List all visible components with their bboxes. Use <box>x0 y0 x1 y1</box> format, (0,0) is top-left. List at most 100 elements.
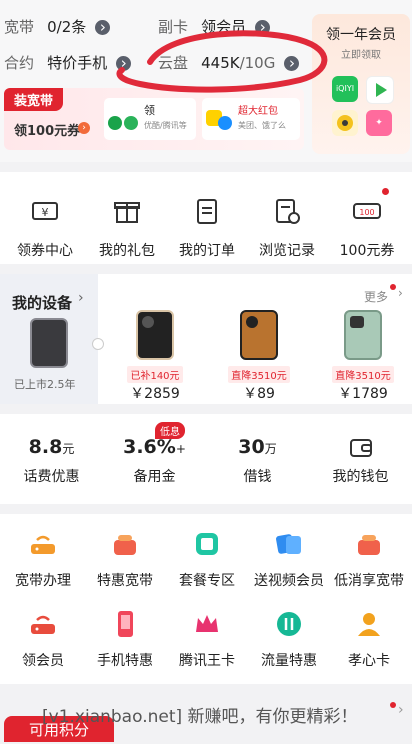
devices-more-link[interactable]: 更多 <box>364 288 388 305</box>
chevron-right-icon: › <box>398 702 404 718</box>
chevron-right-icon: › <box>78 290 84 306</box>
coupon-arrow-icon: › <box>78 122 90 134</box>
quick-action-label: 领券中心 <box>17 243 73 259</box>
finance-phone-discount[interactable]: 8.8元 话费优惠 <box>0 436 103 486</box>
history-icon <box>276 199 300 224</box>
router-icon <box>31 615 55 634</box>
service-label: 领会员 <box>22 653 64 669</box>
finance-label: 我的钱包 <box>332 469 389 485</box>
service-low-spend-broadband[interactable]: 低消享宽带 <box>328 528 410 590</box>
youku-icon <box>332 110 358 136</box>
chevron-right-icon: › <box>398 286 403 300</box>
device-promo: 直降3510元 <box>332 366 394 383</box>
order-icon <box>197 199 217 224</box>
quick-actions-card: ¥ 领券中心 我的礼包 我的订单 浏览记录 100 100元券 <box>0 172 412 264</box>
finance-unit: 万 <box>264 442 277 456</box>
service-label: 宽带办理 <box>15 573 71 589</box>
crown-icon <box>196 615 218 632</box>
notification-dot <box>382 188 389 195</box>
voucher-icon: 100 <box>353 203 381 219</box>
phone-icon <box>118 611 133 637</box>
scroll-indicator-icon <box>92 338 104 350</box>
quick-action-coupon-center[interactable]: ¥ 领券中心 <box>4 194 86 260</box>
phone-image <box>344 310 382 360</box>
watermark-text: [v1.xianbao.net] 新赚吧，有你更精彩！ <box>42 707 358 727</box>
quick-action-label: 我的订单 <box>179 243 235 259</box>
service-tencent-card[interactable]: 腾讯王卡 <box>166 608 248 670</box>
wallet-icon <box>349 439 372 457</box>
finance-reserve-fund[interactable]: 低息 3.6%+ 备用金 <box>103 422 206 486</box>
notification-dot <box>390 284 396 290</box>
quick-action-label: 浏览记录 <box>259 243 315 259</box>
service-label: 孝心卡 <box>348 653 390 669</box>
service-label: 流量特惠 <box>261 653 317 669</box>
video-icon <box>276 534 301 554</box>
finance-borrow[interactable]: 30万 借钱 <box>206 436 309 486</box>
finance-value: 3.6% <box>123 436 176 458</box>
device-price: ￥89 <box>243 386 275 402</box>
video-offer-icon-2 <box>124 116 138 130</box>
redpacket-offer-sub: 美团、饿了么 <box>238 121 286 130</box>
service-broadband-apply[interactable]: 宽带办理 <box>2 528 84 590</box>
device-item[interactable]: 直降3510元 ￥89 <box>216 310 302 403</box>
service-filial-card[interactable]: 孝心卡 <box>328 608 410 670</box>
video-offer-sub: 优酷/腾讯等 <box>144 121 187 130</box>
finance-unit: 元 <box>62 442 75 456</box>
service-video-member[interactable]: 送视频会员 <box>248 528 330 590</box>
finance-card: 8.8元 话费优惠 低息 3.6%+ 备用金 30万 借钱 我的钱包 <box>0 414 412 504</box>
pink-app-icon: ✦ <box>366 110 392 136</box>
basket-icon <box>114 535 136 555</box>
service-label: 套餐专区 <box>179 573 235 589</box>
quick-action-my-gifts[interactable]: 我的礼包 <box>86 194 168 260</box>
service-label: 低消享宽带 <box>334 573 404 589</box>
gift-icon <box>114 202 140 223</box>
quick-action-voucher[interactable]: 100 100元券 <box>326 188 408 260</box>
devices-card: 我的设备 › 已上市2.5年 更多 › 已补140元 ￥2859 直降3510元… <box>0 274 412 404</box>
service-label: 特惠宽带 <box>97 573 153 589</box>
eleme-icon <box>218 116 232 130</box>
router-icon <box>31 535 55 554</box>
service-label: 腾讯王卡 <box>179 653 235 669</box>
broadband-coupon-text: 领100元券 <box>14 124 81 139</box>
service-discount-broadband[interactable]: 特惠宽带 <box>84 528 166 590</box>
service-phone-deals[interactable]: 手机特惠 <box>84 608 166 670</box>
device-promo: 直降3510元 <box>228 366 290 383</box>
device-promo: 已补140元 <box>127 366 183 383</box>
current-phone-caption: 已上市2.5年 <box>14 378 76 391</box>
devices-current[interactable]: 我的设备 › 已上市2.5年 <box>0 274 98 404</box>
basket-icon <box>358 535 380 555</box>
person-icon <box>358 613 380 636</box>
current-phone-image <box>30 318 68 368</box>
data-icon <box>277 612 301 636</box>
finance-label: 借钱 <box>243 469 272 485</box>
device-item[interactable]: 已补140元 ￥2859 <box>112 310 198 403</box>
device-price: ￥1789 <box>338 386 388 402</box>
service-data-deals[interactable]: 流量特惠 <box>248 608 330 670</box>
finance-wallet[interactable]: 我的钱包 <box>309 436 412 486</box>
annotation-scribble <box>116 30 328 93</box>
phone-image <box>136 310 174 360</box>
finance-unit: + <box>175 442 186 456</box>
finance-label: 话费优惠 <box>23 469 80 485</box>
quick-action-history[interactable]: 浏览记录 <box>246 194 328 260</box>
service-label: 手机特惠 <box>97 653 153 669</box>
coupon-icon: ¥ <box>32 202 58 220</box>
phone-image <box>240 310 278 360</box>
finance-label: 备用金 <box>133 469 176 485</box>
finance-value: 8.8 <box>28 436 63 458</box>
quick-action-label: 我的礼包 <box>99 243 155 259</box>
svg-text:100: 100 <box>359 208 374 217</box>
services-card: 宽带办理 特惠宽带 套餐专区 送视频会员 低消享宽带 领会员 手机特惠 腾讯王卡… <box>0 514 412 684</box>
quick-action-label: 100元券 <box>339 243 395 259</box>
device-price: ￥2859 <box>130 386 180 402</box>
service-label: 送视频会员 <box>254 573 324 589</box>
package-icon <box>196 533 218 555</box>
service-package-zone[interactable]: 套餐专区 <box>166 528 248 590</box>
service-get-member[interactable]: 领会员 <box>2 608 84 670</box>
device-item[interactable]: 直降3510元 ￥1789 <box>320 310 406 403</box>
svg-text:¥: ¥ <box>42 206 49 219</box>
low-interest-badge: 低息 <box>155 422 185 439</box>
quick-action-my-orders[interactable]: 我的订单 <box>166 194 248 260</box>
notification-dot <box>390 702 396 708</box>
video-offer-icon <box>108 116 122 130</box>
